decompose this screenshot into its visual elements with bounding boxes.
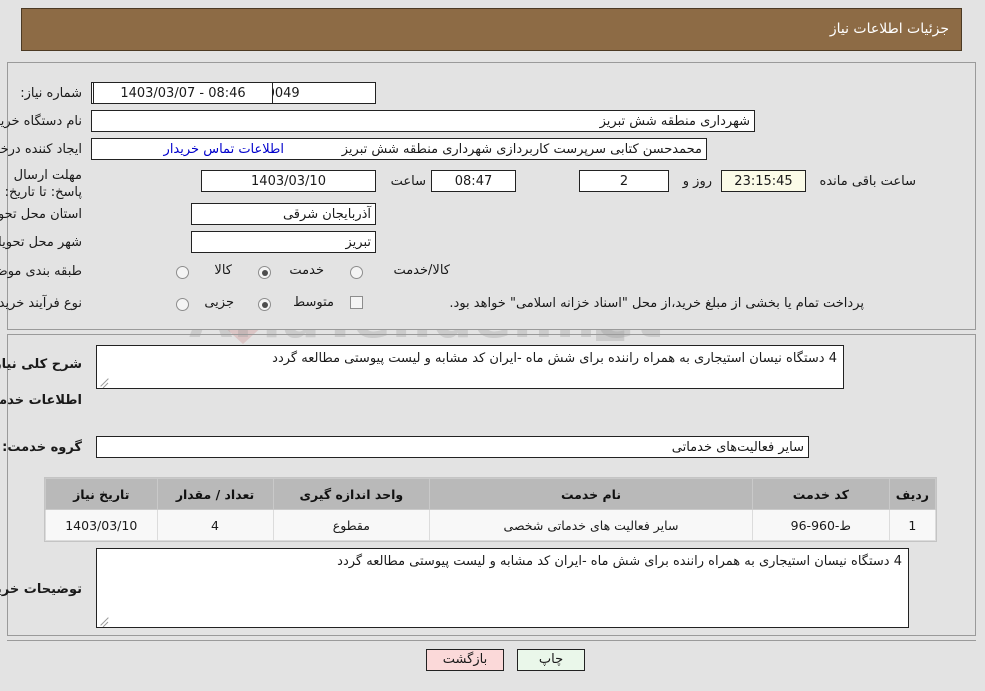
back-button[interactable]: بازگشت <box>427 649 505 671</box>
radio-process-jozi[interactable] <box>177 298 190 311</box>
col-row-no: ردیف <box>889 478 938 510</box>
cell-service-name: سایر فعالیت های خدماتی شخصی <box>430 509 754 541</box>
col-need-date: تاریخ نیاز <box>46 478 159 510</box>
table-row: 1 ط-960-96 سایر فعالیت های خدماتی شخصی م… <box>46 509 938 541</box>
remaining-days-value: 2 <box>580 170 670 192</box>
col-service-code: کد خدمت <box>752 478 891 510</box>
cell-quantity: 4 <box>157 509 275 541</box>
print-button[interactable]: چاپ <box>518 649 586 671</box>
remaining-time-value: 23:15:45 <box>722 170 807 192</box>
cell-service-code: ط-960-96 <box>752 509 891 541</box>
resize-grip-icon-2[interactable] <box>100 614 112 626</box>
services-section-title: اطلاعات خدمات مورد نیاز <box>0 393 83 408</box>
buyer-contact-link[interactable]: اطلاعات تماس خریدار <box>165 142 285 157</box>
radio-process-motavasset-label: متوسط <box>294 295 335 310</box>
description-text: 4 دستگاه نیسان استیجاری به همراه راننده … <box>273 351 838 366</box>
radio-category-khadamat[interactable] <box>259 266 272 279</box>
table-header-row: ردیف کد خدمت نام خدمت واحد اندازه گیری ت… <box>46 478 938 510</box>
description-label: شرح کلی نیاز: <box>0 357 83 372</box>
deadline-time-value: 08:47 <box>432 170 517 192</box>
announce-datetime-value: 08:46 - 1403/03/07 <box>94 82 274 104</box>
service-group-label: گروه خدمت: <box>3 440 83 455</box>
treasury-checkbox-label: پرداخت تمام یا بخشی از مبلغ خرید،از محل … <box>450 296 865 311</box>
buyer-notes-text: 4 دستگاه نیسان استیجاری به همراه راننده … <box>338 554 903 569</box>
radio-category-kala[interactable] <box>177 266 190 279</box>
need-number-label: شماره نیاز: <box>21 86 83 101</box>
services-table: ردیف کد خدمت نام خدمت واحد اندازه گیری ت… <box>46 478 938 541</box>
creator-label: ایجاد کننده درخواست: <box>0 142 83 157</box>
category-label: طبقه بندی موضوعی: <box>0 264 83 279</box>
radio-category-kala-khadamat[interactable] <box>351 266 364 279</box>
radio-process-jozi-label: جزیی <box>205 295 235 310</box>
cell-unit: مقطوع <box>273 509 432 541</box>
col-unit: واحد اندازه گیری <box>273 478 432 510</box>
radio-process-motavasset[interactable] <box>259 298 272 311</box>
remaining-suffix-word: ساعت باقی مانده <box>820 174 917 189</box>
description-textarea[interactable]: 4 دستگاه نیسان استیجاری به همراه راننده … <box>97 345 845 389</box>
col-service-name: نام خدمت <box>430 478 754 510</box>
radio-category-kala-khadamat-label: کالا/خدمت <box>394 263 451 278</box>
page-header: جزئیات اطلاعات نیاز <box>22 8 963 51</box>
deadline-hour-word: ساعت <box>391 174 427 189</box>
city-label: شهر محل تحویل: <box>0 235 83 250</box>
buyer-org-value: شهرداری منطقه شش تبریز <box>92 110 756 132</box>
treasury-checkbox[interactable] <box>351 296 364 309</box>
buyer-notes-label: توضیحات خریدار: <box>0 582 83 597</box>
province-label: استان محل تحویل: <box>0 207 83 222</box>
service-group-value: سایر فعالیت‌های خدماتی <box>97 436 810 458</box>
services-table-wrapper: ردیف کد خدمت نام خدمت واحد اندازه گیری ت… <box>45 477 938 542</box>
page-title: جزئیات اطلاعات نیاز <box>830 21 950 37</box>
col-quantity: تعداد / مقدار <box>157 478 275 510</box>
buyer-notes-textarea[interactable]: 4 دستگاه نیسان استیجاری به همراه راننده … <box>97 548 910 628</box>
deadline-label: مهلت ارسال پاسخ: تا تاریخ: <box>5 168 83 200</box>
radio-category-khadamat-label: خدمت <box>290 263 325 278</box>
process-label: نوع فرآیند خرید : <box>0 296 83 311</box>
buyer-org-label: نام دستگاه خریدار: <box>0 114 83 129</box>
cell-row-no: 1 <box>889 509 938 541</box>
province-value: آذربایجان شرقی <box>192 203 377 225</box>
resize-grip-icon[interactable] <box>100 375 112 387</box>
footer-divider <box>8 640 977 641</box>
cell-need-date: 1403/03/10 <box>46 509 159 541</box>
deadline-date-value: 1403/03/10 <box>202 170 377 192</box>
remaining-days-word: روز و <box>683 174 713 189</box>
city-value: تبریز <box>192 231 377 253</box>
radio-category-kala-label: کالا <box>215 263 233 278</box>
